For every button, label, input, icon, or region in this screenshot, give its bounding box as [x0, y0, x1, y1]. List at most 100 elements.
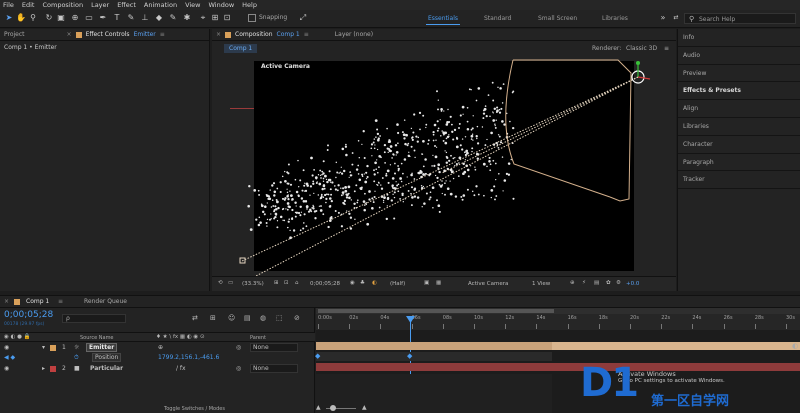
tab-effect-controls[interactable]: Effect Controls [86, 31, 130, 38]
tab-composition[interactable]: Composition [235, 31, 272, 38]
collapse-switch-icon[interactable]: ⊕ [158, 344, 163, 351]
brush-tool-icon[interactable]: ✎ [126, 13, 136, 23]
layer-bar-particular[interactable] [316, 363, 800, 371]
expand-arrow-icon[interactable]: ▾ [42, 344, 45, 351]
keyframe-icon[interactable]: ◆ [315, 352, 320, 360]
layer-name[interactable]: Particular [90, 365, 123, 372]
panel-tracker[interactable]: Tracker [678, 171, 800, 190]
flowchart-icon[interactable]: ✿ [606, 280, 611, 286]
shy-icon[interactable]: ☺ [228, 314, 235, 322]
parent-pick-whip-icon[interactable]: ◎ [236, 365, 241, 372]
frame-blending-icon[interactable]: ▤ [244, 314, 251, 322]
fx-switch-icon[interactable]: / fx [176, 365, 186, 372]
parent-pick-whip-icon[interactable]: ◎ [236, 344, 241, 351]
link-icon[interactable]: ⊘ [294, 314, 300, 322]
timeline-timecode[interactable]: 0;00;05;28 [4, 310, 53, 320]
shape-tool-icon[interactable]: ▭ [84, 13, 94, 23]
view-layout-dropdown[interactable]: 1 View [532, 281, 550, 287]
local-axis-icon[interactable]: ⌖ [198, 13, 208, 23]
grid-icon[interactable]: ⊡ [284, 280, 289, 286]
fast-preview-icon[interactable]: ⚡ [582, 280, 586, 286]
close-icon[interactable]: × [216, 31, 221, 38]
renderer-value[interactable]: Classic 3D [626, 45, 657, 52]
eraser-tool-icon[interactable]: ◆ [154, 13, 164, 23]
close-icon[interactable]: × [4, 298, 9, 305]
workspace-standard[interactable]: Standard [484, 15, 511, 22]
panel-info[interactable]: Info [678, 29, 800, 47]
keyframe-nav-icon[interactable]: ◀ ◆ [4, 354, 15, 361]
hand-tool-icon[interactable]: ✋ [16, 13, 26, 23]
current-time[interactable]: 0;00;05;28 [310, 281, 340, 287]
tab-layer[interactable]: Layer (none) [335, 31, 373, 38]
menu-effect[interactable]: Effect [117, 1, 136, 9]
type-tool-icon[interactable]: T [112, 13, 122, 23]
composition-viewport[interactable]: Active Camera [247, 61, 634, 271]
layer-name[interactable]: Emitter [86, 343, 118, 352]
layer-label-color[interactable] [50, 345, 56, 351]
property-row[interactable]: ◀ ◆ ⏱ Position 1799.2,156.1,-461.6 [0, 353, 315, 363]
menu-view[interactable]: View [185, 1, 200, 9]
subtab-comp[interactable]: Comp 1 [224, 44, 258, 53]
layer-label-color[interactable] [50, 366, 56, 372]
close-icon[interactable]: × [67, 31, 72, 38]
workspace-menu-icon[interactable]: » [658, 13, 668, 23]
zoom-tool-icon[interactable]: ⚲ [28, 13, 38, 23]
layer-row[interactable]: ◉ ▾ 1 ☼ Emitter ⊕ ◎ None [0, 343, 315, 353]
camera-target-handle[interactable] [239, 257, 246, 264]
draft-3d-icon[interactable]: ⊞ [210, 314, 216, 322]
panel-align[interactable]: Align [678, 100, 800, 118]
panel-audio[interactable]: Audio [678, 47, 800, 65]
panel-paragraph[interactable]: Paragraph [678, 154, 800, 172]
motion-blur-icon[interactable]: ◍ [260, 314, 266, 322]
property-value[interactable]: 1799.2,156.1,-461.6 [158, 354, 219, 361]
resolution-dropdown[interactable]: (Half) [390, 281, 405, 287]
zoom-out-icon[interactable]: ▲ [316, 404, 321, 411]
camera-tool-icon[interactable]: ▣ [56, 13, 66, 23]
parent-dropdown[interactable]: None [250, 343, 298, 352]
panel-character[interactable]: Character [678, 136, 800, 154]
exposure-value[interactable]: +0.0 [626, 281, 639, 287]
world-axis-icon[interactable]: ⊞ [210, 13, 220, 23]
menu-edit[interactable]: Edit [22, 1, 35, 9]
menu-help[interactable]: Help [242, 1, 257, 9]
clone-stamp-tool-icon[interactable]: ⊥ [140, 13, 150, 23]
workspace-small-screen[interactable]: Small Screen [538, 15, 577, 22]
pan-behind-tool-icon[interactable]: ⊕ [70, 13, 80, 23]
panel-menu-icon[interactable]: ≡ [58, 298, 63, 305]
layer-row[interactable]: ◉ ▸ 2 ■ Particular / fx ◎ None [0, 364, 315, 374]
toggle-switches-modes[interactable]: Toggle Switches / Modes [164, 406, 225, 412]
panel-menu-icon[interactable]: ≡ [664, 45, 669, 52]
show-snapshot-icon[interactable]: ♣ [360, 280, 365, 286]
panel-effects-presets[interactable]: Effects & Presets [678, 82, 800, 101]
menu-file[interactable]: File [3, 1, 14, 9]
roto-brush-tool-icon[interactable]: ✎ [168, 13, 178, 23]
timeline-icon[interactable]: ▤ [594, 280, 599, 286]
sync-settings-icon[interactable]: ⇄ [671, 13, 681, 23]
search-help-field[interactable]: ⚲ Search Help [684, 13, 796, 24]
time-ruler[interactable]: 0:00s 02s 04s 06s 08s 10s 12s 14s 16s 18s 20s 22s 24… [316, 314, 800, 330]
snapshot-icon[interactable]: ◉ [350, 280, 355, 286]
panel-menu-icon[interactable]: ≡ [304, 31, 309, 38]
panel-preview[interactable]: Preview [678, 65, 800, 83]
zoom-slider-thumb[interactable] [330, 405, 336, 411]
transparency-grid-icon[interactable]: ▦ [436, 280, 441, 286]
menu-composition[interactable]: Composition [42, 1, 83, 9]
monitor-icon[interactable]: ▭ [228, 280, 233, 286]
tab-project[interactable]: Project [4, 31, 25, 38]
selection-tool-icon[interactable]: ➤ [4, 13, 14, 23]
rotate-tool-icon[interactable]: ↻ [44, 13, 54, 23]
region-icon[interactable]: ⊞ [274, 280, 279, 286]
graph-editor-icon[interactable]: ⬚ [276, 314, 283, 322]
eye-icon[interactable]: ◉ [4, 344, 9, 351]
menu-animation[interactable]: Animation [144, 1, 177, 9]
column-source-name[interactable]: Source Name [80, 335, 114, 341]
keyframe-icon[interactable]: ◆ [407, 352, 412, 360]
panel-menu-icon[interactable]: ≡ [160, 31, 165, 38]
view-axis-icon[interactable]: ⊡ [222, 13, 232, 23]
view-dropdown[interactable]: Active Camera [468, 281, 508, 287]
panel-libraries[interactable]: Libraries [678, 118, 800, 136]
menu-window[interactable]: Window [209, 1, 235, 9]
snapping-checkbox[interactable] [248, 14, 256, 22]
mask-icon[interactable]: ⌂ [295, 280, 299, 286]
always-preview-icon[interactable]: ⟲ [218, 280, 223, 286]
